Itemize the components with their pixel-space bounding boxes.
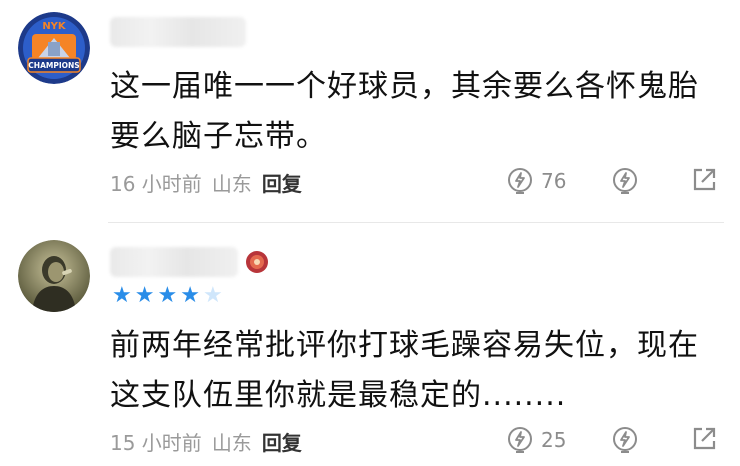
reply-button[interactable]: 回复 [262,168,302,197]
comment-meta: 16 小时前 山东 回复 [110,168,302,196]
comment-meta: 15 小时前 山东 回复 [110,427,302,455]
avatar-caption: CHAMPIONS [28,61,79,70]
location: 山东 [211,171,252,196]
like-count: 25 [541,428,567,452]
timestamp: 16 小时前 [110,171,202,196]
share-icon [693,168,716,191]
star-filled-icon: ★ [157,283,178,308]
person-photo-avatar-icon [18,240,90,312]
star-filled-icon: ★ [180,283,200,308]
user-badge-icon [244,247,270,277]
lightbulb-like-icon [508,168,532,194]
lightbulb-like-icon [508,427,532,453]
like-button[interactable]: 76 [505,166,566,196]
like-button[interactable]: 25 [505,425,566,455]
share-button[interactable] [690,166,718,194]
share-button[interactable] [690,425,718,453]
dislike-button[interactable] [610,166,640,196]
star-filled-icon: ★ [112,283,132,308]
location: 山东 [211,430,252,455]
dislike-button[interactable] [610,425,640,455]
username-redacted[interactable] [110,17,246,47]
comment-text: 这一届唯一一个好球员，其余要么各怀鬼胎 要么脑子忘带。 [110,69,699,154]
comment-item: CHAMPIONS NYK 这一届唯一一个好球员，其余要么各怀鬼胎 要么脑子忘带… [0,0,740,226]
lightbulb-dislike-icon [613,427,637,453]
comment-list: CHAMPIONS NYK 这一届唯一一个好球员，其余要么各怀鬼胎 要么脑子忘带… [0,0,740,466]
comment-item: ★ ★ ★ ★ ★ 前两年经常批评你打球毛躁容易失位，现在 这支队伍里你就是最稳… [0,227,740,466]
lightbulb-dislike-icon [613,168,637,194]
reply-button[interactable]: 回复 [262,427,302,456]
comment-text: 前两年经常批评你打球毛躁容易失位，现在 这支队伍里你就是最稳定的........ [110,328,699,413]
share-icon [693,427,716,450]
nyk-champions-avatar-icon: CHAMPIONS NYK [18,12,90,84]
divider [108,222,724,223]
star-filled-icon: ★ [134,283,155,308]
like-count: 76 [541,169,567,193]
avatar[interactable]: CHAMPIONS NYK [18,12,90,84]
username-redacted[interactable] [110,247,238,277]
avatar[interactable] [18,240,90,312]
rating-stars: ★ ★ ★ ★ ★ [112,285,223,307]
timestamp: 15 小时前 [110,430,202,455]
avatar-top-caption: NYK [42,21,67,32]
star-empty-icon: ★ [202,283,223,308]
